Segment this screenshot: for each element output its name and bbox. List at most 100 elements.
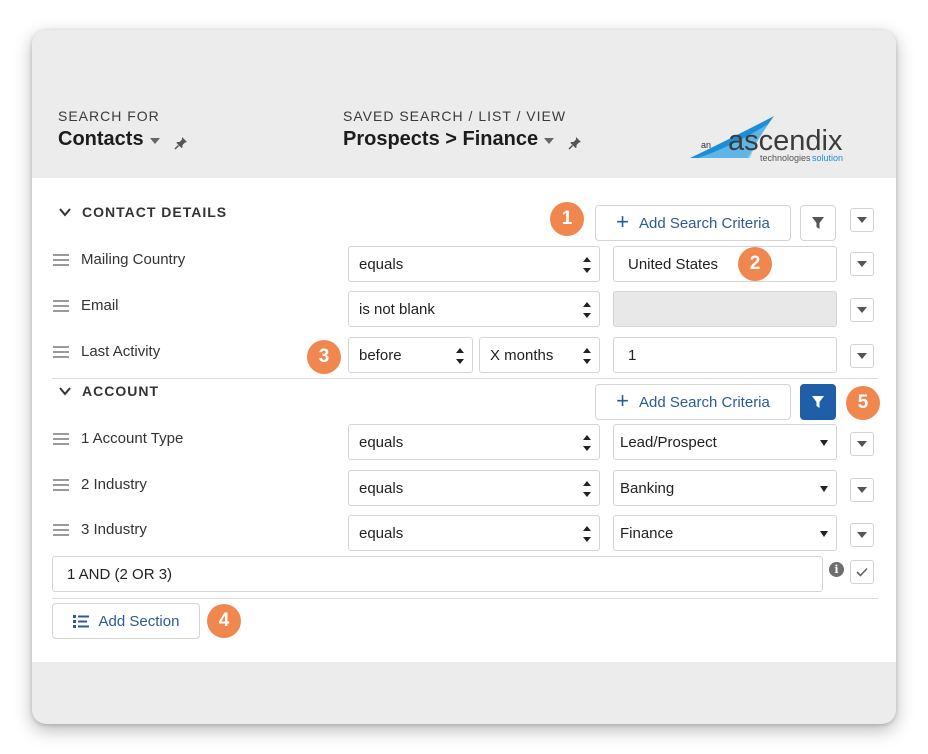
info-icon[interactable]: i [829,562,844,577]
operator-select[interactable]: is not blank [348,291,600,327]
unit-value: X months [490,346,554,364]
panel-header: SEARCH FOR Contacts SAVED SEARCH / LIST … [32,30,896,178]
criteria-content: CONTACT DETAILS 1 + Add Search Criteria … [32,178,896,662]
value-select[interactable]: Lead/Prospect [613,424,837,460]
chevron-down-icon[interactable] [58,205,72,219]
caret-down-icon [857,307,867,313]
add-search-criteria-button[interactable]: + Add Search Criteria [595,205,791,241]
row-menu-dropdown[interactable] [850,252,874,276]
caret-down-icon [857,353,867,359]
spinner-icon [583,302,591,318]
value-input-disabled [613,291,837,327]
spinner-icon [583,481,591,497]
search-for-label: SEARCH FOR [58,108,160,124]
drag-handle-icon[interactable] [53,345,69,358]
operator-value: equals [359,479,404,497]
value-input[interactable]: 1 [613,337,837,373]
saved-search-group: SAVED SEARCH / LIST / VIEW Prospects > F… [343,108,582,151]
caret-down-icon [857,261,867,267]
add-section-label: Add Section [98,612,180,630]
field-name: 2 Industry [81,476,147,493]
section-menu-dropdown[interactable] [850,208,874,232]
spinner-icon [583,257,591,273]
drag-handle-icon[interactable] [53,253,69,266]
filter-logic-text: 1 AND (2 OR 3) [67,565,173,583]
filter-logic-button-active[interactable] [800,384,836,420]
field-name: 3 Industry [81,521,147,538]
criteria-row-label: 2 Industry [53,476,147,493]
drag-handle-icon[interactable] [53,523,69,536]
callout-badge-4: 4 [207,604,241,638]
drag-handle-icon[interactable] [53,432,69,445]
caret-down-icon [820,531,828,537]
caret-down-icon [149,137,160,144]
search-for-dropdown[interactable]: Contacts [58,128,188,151]
operator-value: equals [359,255,404,273]
value-select[interactable]: Banking [613,470,837,506]
spinner-icon [583,435,591,451]
caret-down-icon [857,487,867,493]
field-name: Email [81,297,119,314]
callout-badge-5: 5 [846,386,880,420]
row-menu-dropdown[interactable] [850,523,874,547]
value-text: United States [628,255,719,273]
criteria-row-label: Mailing Country [53,251,185,268]
row-menu-dropdown[interactable] [850,298,874,322]
field-name: 1 Account Type [81,430,184,447]
operator-value: is not blank [359,300,435,318]
operator-select[interactable]: before [348,337,473,373]
drag-handle-icon[interactable] [53,478,69,491]
value-select[interactable]: Finance [613,515,837,551]
section-title-contact: CONTACT DETAILS [82,204,228,220]
row-menu-dropdown[interactable] [850,432,874,456]
plus-icon: + [616,209,629,234]
operator-value: equals [359,433,404,451]
operator-select[interactable]: equals [348,424,600,460]
value-text: Finance [620,524,674,542]
section-title-account: ACCOUNT [82,383,159,399]
caret-down-icon [544,137,555,144]
criteria-row-label: 1 Account Type [53,430,183,447]
section-divider [52,378,878,379]
row-menu-dropdown[interactable] [850,344,874,368]
caret-down-icon [820,440,828,446]
add-search-criteria-button[interactable]: + Add Search Criteria [595,384,791,420]
add-search-criteria-label: Add Search Criteria [638,214,770,232]
filter-icon [812,217,824,229]
operator-select[interactable]: equals [348,246,600,282]
callout-badge-3: 3 [307,340,341,374]
search-for-value: Contacts [58,128,144,150]
operator-select[interactable]: equals [348,515,600,551]
pin-icon[interactable] [174,136,188,150]
section-header-contact[interactable]: CONTACT DETAILS [58,204,227,220]
section-header-account[interactable]: ACCOUNT [58,383,159,399]
check-icon [856,567,868,577]
add-section-button[interactable]: Add Section [52,603,200,639]
caret-down-icon [857,217,867,223]
pin-icon[interactable] [568,136,582,150]
filter-logic-input[interactable]: 1 AND (2 OR 3) [52,556,823,592]
value-input[interactable]: United States [613,246,837,282]
operator-select[interactable]: equals [348,470,600,506]
logo-tagline-a: technologies [760,153,811,163]
section-divider [52,598,878,599]
filter-logic-button[interactable] [800,205,836,241]
value-text: Banking [620,479,675,497]
caret-down-icon [857,532,867,538]
chevron-down-icon[interactable] [58,384,72,398]
row-menu-dropdown[interactable] [850,478,874,502]
field-name: Mailing Country [81,251,186,268]
apply-logic-button[interactable] [850,560,874,584]
criteria-row-label: Email [53,297,119,314]
drag-handle-icon[interactable] [53,299,69,312]
search-for-group: SEARCH FOR Contacts [58,108,188,151]
search-panel: SEARCH FOR Contacts SAVED SEARCH / LIST … [32,30,896,724]
unit-select[interactable]: X months [479,337,600,373]
spinner-icon [583,526,591,542]
criteria-row-label: Last Activity [53,343,160,360]
value-text: 1 [628,346,637,364]
filter-icon [812,396,824,408]
callout-badge-1: 1 [550,202,584,236]
saved-search-dropdown[interactable]: Prospects > Finance [343,128,582,151]
callout-badge-2: 2 [738,247,772,281]
